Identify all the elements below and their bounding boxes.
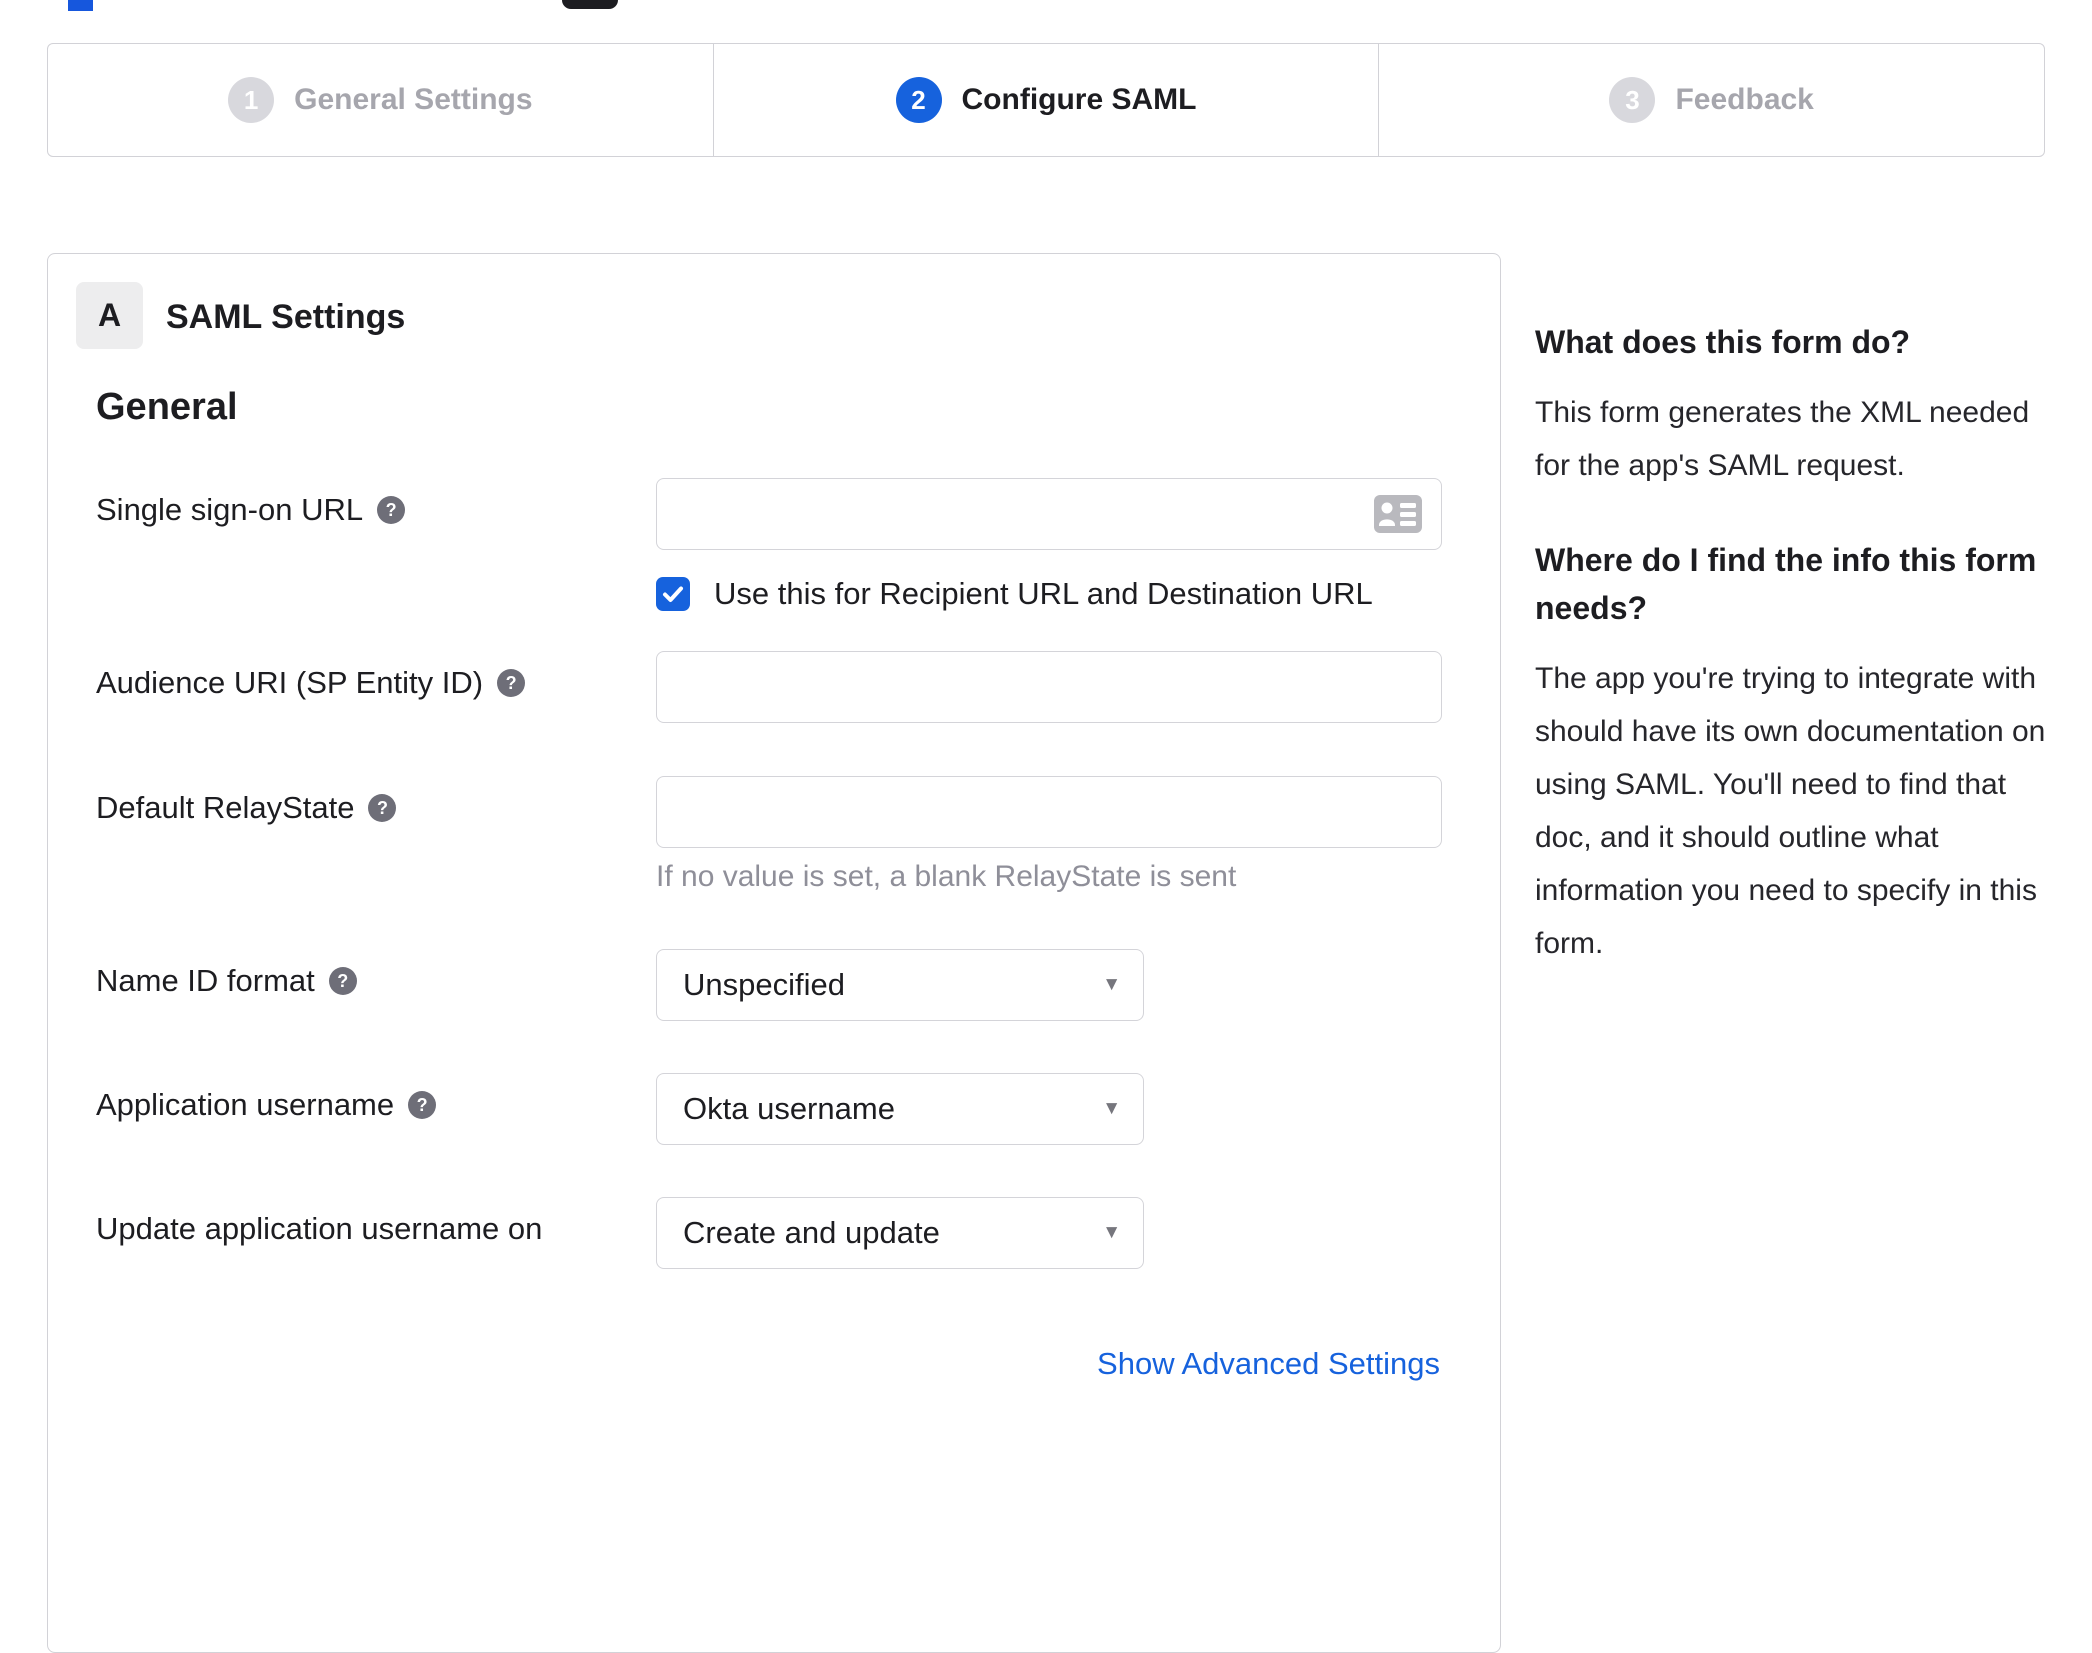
application-username-select[interactable]: Okta username ▼ [656, 1073, 1144, 1145]
form-row-application-username: Application username ? Okta username ▼ [96, 1073, 1446, 1145]
name-id-format-select[interactable]: Unspecified ▼ [656, 949, 1144, 1021]
help-icon[interactable]: ? [408, 1091, 437, 1119]
caret-down-icon: ▼ [1102, 1222, 1121, 1243]
help-heading-where: Where do I find the info this form needs… [1535, 542, 2037, 626]
help-icon[interactable]: ? [368, 794, 397, 822]
field-label-text: Name ID format [96, 963, 315, 998]
single-sign-on-url-field-wrap [656, 478, 1442, 550]
step-number-badge: 3 [1609, 77, 1656, 123]
field-label-text: Default RelayState [96, 790, 355, 825]
section-title: SAML Settings [166, 298, 406, 336]
recipient-url-checkbox[interactable] [656, 577, 690, 611]
update-application-username-select[interactable]: Create and update ▼ [656, 1197, 1144, 1269]
step-feedback[interactable]: 3 Feedback [1378, 44, 2044, 156]
recipient-url-checkbox-label[interactable]: Use this for Recipient URL and Destinati… [714, 576, 1373, 612]
caret-down-icon: ▼ [1102, 1098, 1121, 1119]
recipient-url-checkbox-row: Use this for Recipient URL and Destinati… [656, 576, 1373, 612]
section-a-badge: A [76, 282, 143, 349]
form-row-audience-uri: Audience URI (SP Entity ID) ? [96, 651, 1446, 723]
step-configure-saml[interactable]: 2 Configure SAML [712, 44, 1379, 156]
caret-down-icon: ▼ [1102, 974, 1121, 995]
step-number-badge: 1 [228, 77, 275, 123]
select-value: Create and update [683, 1215, 940, 1250]
checkmark-icon [663, 586, 683, 602]
step-general-settings[interactable]: 1 General Settings [48, 44, 713, 156]
general-group-heading: General [96, 386, 238, 428]
help-icon[interactable]: ? [377, 496, 406, 524]
field-label: Default RelayState ? [96, 790, 397, 826]
form-row-default-relaystate: Default RelayState ? [96, 776, 1446, 848]
contact-card-icon [1374, 495, 1422, 533]
step-number-badge: 2 [895, 77, 942, 123]
select-value: Unspecified [683, 967, 845, 1002]
field-label: Single sign-on URL ? [96, 492, 406, 528]
field-label-text: Application username [96, 1087, 395, 1122]
help-body-where: The app you're trying to integrate with … [1535, 662, 2046, 960]
step-label: Configure SAML [961, 83, 1197, 116]
single-sign-on-url-input[interactable] [656, 478, 1442, 550]
form-row-update-application-username: Update application username on Create an… [96, 1197, 1446, 1269]
help-body-what: This form generates the XML needed for t… [1535, 396, 2030, 482]
step-label: General Settings [294, 83, 533, 116]
help-heading-what: What does this form do? [1535, 324, 1911, 360]
form-row-single-sign-on-url: Single sign-on URL ? [96, 478, 1446, 550]
default-relaystate-field-wrap [656, 776, 1442, 848]
wizard-stepper: 1 General Settings 2 Configure SAML 3 Fe… [47, 43, 2045, 157]
show-advanced-settings-link[interactable]: Show Advanced Settings [1097, 1346, 1440, 1382]
help-icon[interactable]: ? [497, 669, 526, 697]
step-label: Feedback [1675, 83, 1814, 116]
help-sidebar: What does this form do? This form genera… [1535, 318, 2050, 1014]
audience-uri-input[interactable] [656, 651, 1442, 723]
field-label: Application username ? [96, 1087, 437, 1123]
saml-settings-panel: A SAML Settings General Single sign-on U… [47, 253, 1501, 1653]
cropped-title-fragment [68, 0, 93, 11]
form-row-name-id-format: Name ID format ? Unspecified ▼ [96, 949, 1446, 1021]
field-label: Update application username on [96, 1211, 542, 1247]
default-relaystate-input[interactable] [656, 776, 1442, 848]
cropped-heading-descender-fragment [562, 0, 618, 9]
select-value: Okta username [683, 1091, 895, 1126]
relaystate-hint-text: If no value is set, a blank RelayState i… [656, 860, 1237, 893]
field-label: Audience URI (SP Entity ID) ? [96, 665, 526, 701]
field-label-text: Single sign-on URL [96, 492, 364, 527]
field-label: Name ID format ? [96, 963, 357, 999]
help-icon[interactable]: ? [328, 967, 357, 995]
field-label-text: Audience URI (SP Entity ID) [96, 665, 484, 700]
audience-uri-field-wrap [656, 651, 1442, 723]
field-label-text: Update application username on [96, 1211, 543, 1246]
